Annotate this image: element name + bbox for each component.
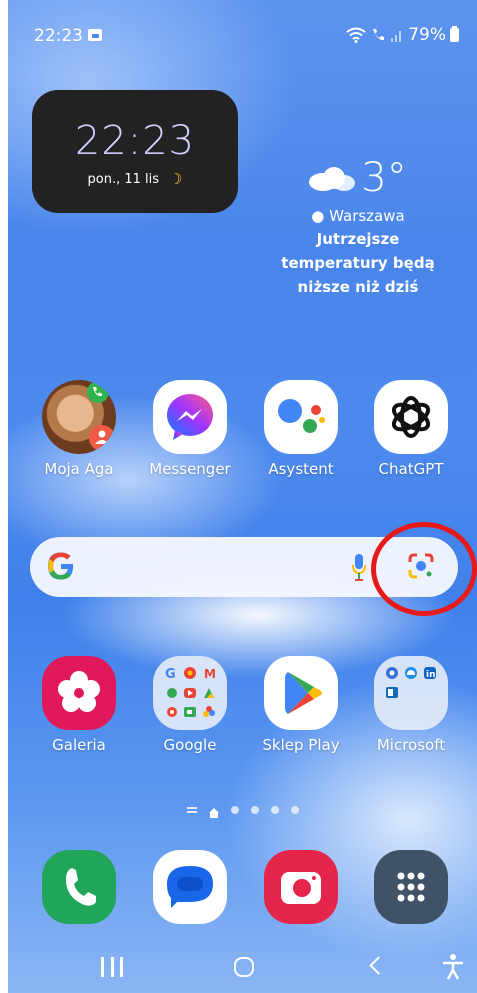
page-dot xyxy=(250,806,259,814)
highlight-circle-annotation xyxy=(371,522,477,616)
app-asystent[interactable]: Asystent xyxy=(256,380,346,478)
app-chatgpt[interactable]: ChatGPT xyxy=(366,380,456,478)
clock-widget[interactable]: 22:23 pon., 11 lis ☽ xyxy=(32,90,238,213)
folder-microsoft[interactable]: in Microsoft xyxy=(366,656,456,754)
google-play-icon xyxy=(264,656,338,730)
battery-icon xyxy=(450,26,459,42)
home-page-indicator-icon xyxy=(208,807,219,818)
google-assistant-icon xyxy=(264,380,338,454)
signal-icon xyxy=(391,31,402,42)
weather-message-line: temperatury będą xyxy=(281,254,435,272)
svg-text:G: G xyxy=(165,667,176,682)
app-label: Microsoft xyxy=(376,736,446,754)
navigation-bar xyxy=(8,945,477,985)
messenger-icon xyxy=(153,380,227,454)
app-label: ChatGPT xyxy=(378,460,444,478)
gallery-flower-icon xyxy=(42,656,116,730)
microphone-icon[interactable] xyxy=(352,553,366,581)
location-pin-icon: ● xyxy=(311,207,325,225)
dock-camera[interactable] xyxy=(256,850,346,924)
moon-icon: ☽ xyxy=(169,170,183,188)
accessibility-icon[interactable] xyxy=(441,953,465,981)
clock-time: 22:23 xyxy=(74,118,196,164)
back-icon[interactable] xyxy=(369,956,388,975)
app-label: Google xyxy=(163,736,217,754)
page-dot xyxy=(230,806,239,814)
app-label: Asystent xyxy=(268,460,334,478)
recent-apps-icon[interactable] xyxy=(101,957,123,977)
app-label: Moja Aga xyxy=(44,460,114,478)
phone-icon xyxy=(42,850,116,924)
weather-widget[interactable]: 3° ● Warszawa Jutrzejsze temperatury będ… xyxy=(278,155,438,299)
svg-text:M: M xyxy=(204,667,216,681)
google-folder-icon: G M xyxy=(153,656,227,730)
home-icon[interactable] xyxy=(234,957,254,977)
status-bar: 22:23 79% xyxy=(8,0,477,60)
app-label: Messenger xyxy=(149,460,231,478)
image-notification-icon xyxy=(88,29,102,41)
contact-photo-icon xyxy=(42,380,116,454)
wifi-icon xyxy=(346,27,366,43)
weather-message: Jutrzejsze temperatury będą niższe niż d… xyxy=(278,227,438,299)
dock-app-drawer[interactable] xyxy=(366,850,456,924)
home-screen: 22:23 79% 22:23 pon., 11 lis ☽ 3° ● Wars… xyxy=(8,0,477,993)
weather-temperature: 3° xyxy=(361,155,407,201)
wifi-calling-icon xyxy=(373,29,385,41)
battery-percentage: 79% xyxy=(408,25,446,45)
status-time: 22:23 xyxy=(34,26,83,46)
weather-location-row: ● Warszawa xyxy=(278,207,438,225)
folder-google[interactable]: G M Google xyxy=(145,656,235,754)
app-messenger[interactable]: Messenger xyxy=(145,380,235,478)
clock-date: pon., 11 lis xyxy=(87,171,160,187)
app-label: Galeria xyxy=(52,736,106,754)
app-moja-aga[interactable]: Moja Aga xyxy=(34,380,124,478)
svg-text:in: in xyxy=(426,670,436,680)
dock-messages[interactable] xyxy=(145,850,235,924)
clock-date-row: pon., 11 lis ☽ xyxy=(32,170,238,188)
page-dot xyxy=(270,806,279,814)
app-galeria[interactable]: Galeria xyxy=(34,656,124,754)
weather-temp-row: 3° xyxy=(278,155,438,201)
app-drawer-icon xyxy=(374,850,448,924)
weather-location: Warszawa xyxy=(329,207,405,225)
weather-message-line: niższe niż dziś xyxy=(297,278,419,296)
app-sklep-play[interactable]: Sklep Play xyxy=(256,656,346,754)
chatgpt-icon xyxy=(374,380,448,454)
messages-icon xyxy=(153,850,227,924)
app-label: Sklep Play xyxy=(262,736,340,754)
google-g-icon xyxy=(48,552,74,580)
page-indicator[interactable] xyxy=(8,806,477,818)
weather-message-line: Jutrzejsze xyxy=(316,230,400,248)
page-dot xyxy=(290,806,299,814)
dock-phone[interactable] xyxy=(34,850,124,924)
lines-icon xyxy=(186,807,197,813)
status-icons: 79% xyxy=(346,25,459,45)
cloud-icon xyxy=(309,165,356,191)
camera-icon xyxy=(264,850,338,924)
microsoft-folder-icon: in xyxy=(374,656,448,730)
